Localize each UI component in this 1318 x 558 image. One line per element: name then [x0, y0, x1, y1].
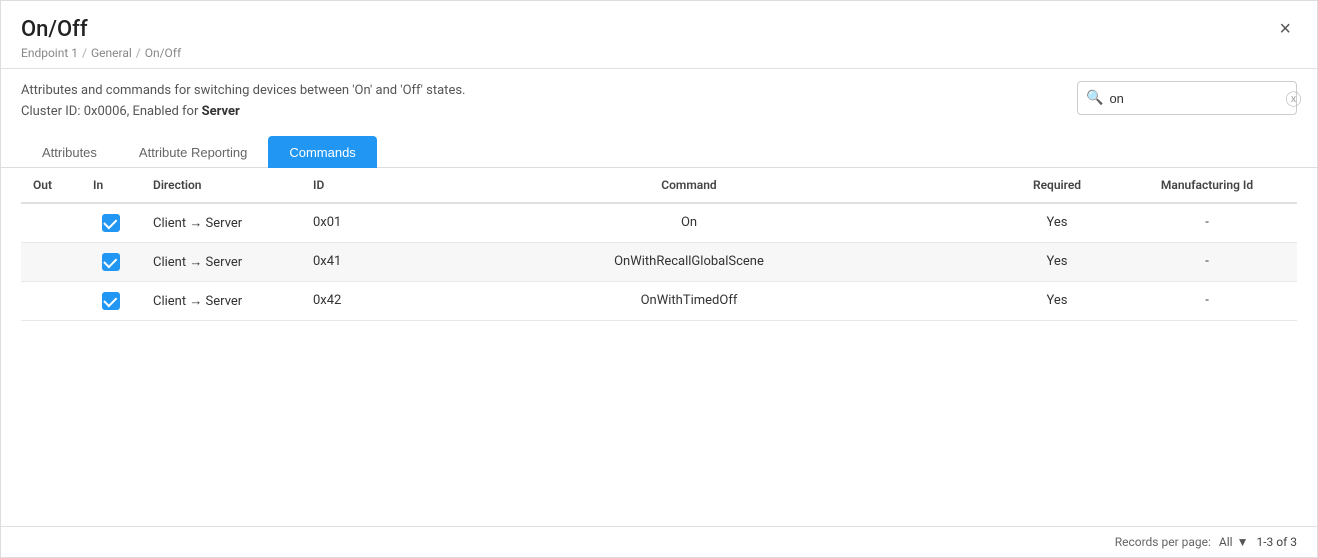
cell-mfg-id: -	[1117, 242, 1297, 281]
tab-commands[interactable]: Commands	[268, 136, 376, 168]
col-header-in: In	[81, 168, 141, 203]
footer: Records per page: All ▼ 1-3 of 3	[1, 526, 1317, 557]
cell-command: On	[381, 203, 997, 243]
page-range: 1-3 of 3	[1256, 535, 1297, 549]
col-header-mfg-id: Manufacturing Id	[1117, 168, 1297, 203]
cell-in[interactable]	[81, 281, 141, 320]
dialog-title: On/Off	[21, 17, 181, 42]
cell-mfg-id: -	[1117, 203, 1297, 243]
dialog-header-left: On/Off Endpoint 1 / General / On/Off	[21, 17, 181, 60]
cell-command: OnWithTimedOff	[381, 281, 997, 320]
col-header-command: Command	[381, 168, 997, 203]
cell-out	[21, 242, 81, 281]
cell-out	[21, 281, 81, 320]
table-row: Client → Server0x42OnWithTimedOffYes-	[21, 281, 1297, 320]
checkbox-in[interactable]	[93, 253, 129, 271]
cell-direction: Client → Server	[141, 242, 301, 281]
per-page-value: All	[1219, 535, 1233, 549]
checkbox-checked-icon	[102, 214, 120, 232]
dialog-header: On/Off Endpoint 1 / General / On/Off ×	[1, 1, 1317, 69]
col-header-direction: Direction	[141, 168, 301, 203]
breadcrumb-onoff: On/Off	[145, 46, 181, 60]
chevron-down-icon: ▼	[1237, 535, 1249, 549]
description-line1: Attributes and commands for switching de…	[21, 81, 465, 102]
cell-required: Yes	[997, 203, 1117, 243]
description-line2: Cluster ID: 0x0006, Enabled for Server	[21, 102, 465, 123]
search-icon: 🔍	[1086, 90, 1103, 106]
search-box: 🔍 ⓧ	[1077, 81, 1297, 115]
cell-out	[21, 203, 81, 243]
table-row: Client → Server0x41OnWithRecallGlobalSce…	[21, 242, 1297, 281]
checkbox-in[interactable]	[93, 214, 129, 232]
description-area: Attributes and commands for switching de…	[1, 69, 1317, 123]
cell-id: 0x01	[301, 203, 381, 243]
tabs: Attributes Attribute Reporting Commands	[1, 123, 1317, 168]
breadcrumb-general: General	[91, 46, 132, 60]
cell-required: Yes	[997, 281, 1117, 320]
table-row: Client → Server0x01OnYes-	[21, 203, 1297, 243]
cell-id: 0x41	[301, 242, 381, 281]
breadcrumb-sep-2: /	[136, 46, 141, 60]
breadcrumb: Endpoint 1 / General / On/Off	[21, 46, 181, 60]
description-text: Attributes and commands for switching de…	[21, 81, 465, 123]
breadcrumb-endpoint: Endpoint 1	[21, 46, 78, 60]
breadcrumb-sep-1: /	[82, 46, 87, 60]
per-page-dropdown[interactable]: All ▼	[1219, 535, 1249, 549]
table-body: Client → Server0x01OnYes-Client → Server…	[21, 203, 1297, 321]
close-button[interactable]: ×	[1273, 17, 1297, 41]
cell-direction: Client → Server	[141, 281, 301, 320]
tab-attribute-reporting[interactable]: Attribute Reporting	[118, 136, 268, 168]
cell-in[interactable]	[81, 203, 141, 243]
tab-attributes[interactable]: Attributes	[21, 136, 118, 168]
commands-table: Out In Direction ID Command Required Man…	[21, 168, 1297, 321]
cell-direction: Client → Server	[141, 203, 301, 243]
description-line2-bold: Server	[202, 104, 240, 119]
checkbox-in[interactable]	[93, 292, 129, 310]
cell-id: 0x42	[301, 281, 381, 320]
table-header-row: Out In Direction ID Command Required Man…	[21, 168, 1297, 203]
cell-mfg-id: -	[1117, 281, 1297, 320]
checkbox-checked-icon	[102, 292, 120, 310]
cell-in[interactable]	[81, 242, 141, 281]
col-header-out: Out	[21, 168, 81, 203]
cell-required: Yes	[997, 242, 1117, 281]
col-header-required: Required	[997, 168, 1117, 203]
table-container: Out In Direction ID Command Required Man…	[1, 168, 1317, 526]
checkbox-checked-icon	[102, 253, 120, 271]
records-per-page-label: Records per page:	[1115, 535, 1211, 549]
search-input[interactable]	[1109, 91, 1285, 106]
dialog: On/Off Endpoint 1 / General / On/Off × A…	[0, 0, 1318, 558]
cell-command: OnWithRecallGlobalScene	[381, 242, 997, 281]
col-header-id: ID	[301, 168, 381, 203]
search-clear-button[interactable]: ⓧ	[1285, 86, 1301, 110]
description-line2-prefix: Cluster ID: 0x0006, Enabled for	[21, 104, 202, 119]
